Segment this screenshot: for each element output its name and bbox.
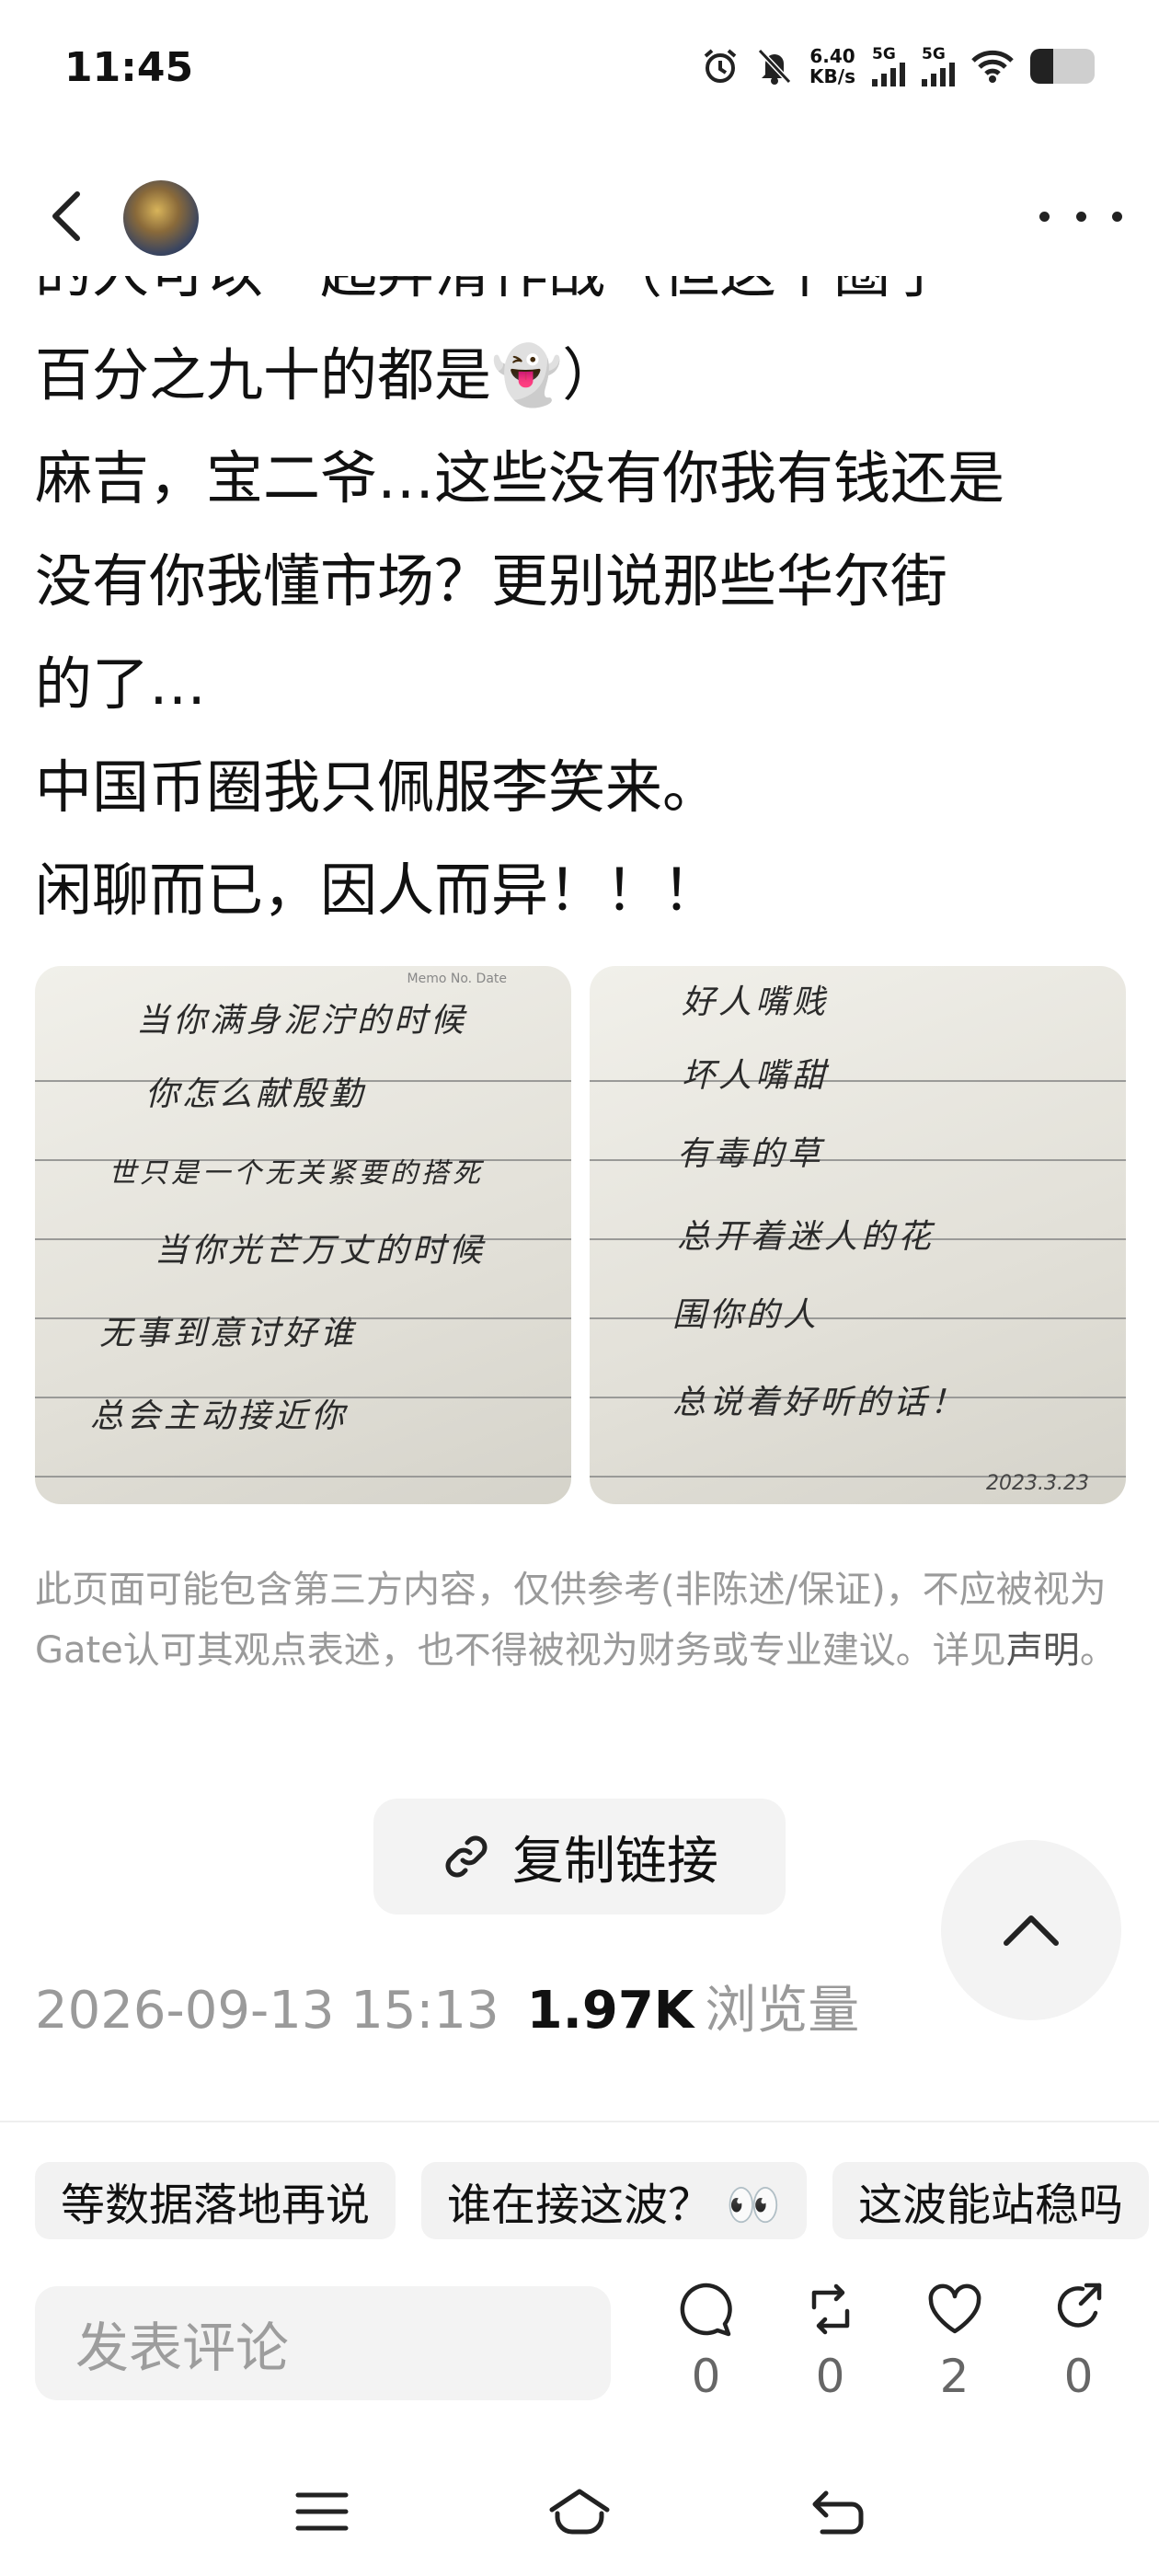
views-count: 1.97K [526,1981,694,2041]
quick-reply-chip[interactable]: 等数据落地再说 [35,2162,396,2239]
handwritten-note-image-right[interactable]: 好人嘴贱 坏人嘴甜 有毒的草 总开着迷人的花 围你的人 总说着好听的话！ 202… [590,966,1126,1504]
share-button[interactable]: 0 [1016,2280,1141,2436]
status-time: 11:45 [64,44,194,91]
article-line: 中国币圈我只佩服李笑来。 [35,753,720,821]
chevron-up-icon [1004,1915,1059,1946]
avatar[interactable] [123,180,199,256]
article-line: 闲聊而已，因人而异！！！ [35,857,720,924]
share-count: 0 [1063,2350,1094,2403]
menu-icon [295,2492,349,2531]
comment-button[interactable]: 0 [644,2280,768,2436]
alarm-icon [701,47,740,86]
status-icons: 6.40 KB/s 5G 5G [701,46,1095,86]
more-dot [1112,211,1122,222]
chevron-left-icon [52,191,80,241]
handwritten-note-image-left[interactable]: Memo No. Date 当你满身泥泞的时候 你怎么献殷勤 世只是一个无关紧要… [35,966,571,1504]
battery-icon [1030,49,1095,84]
post-images: Memo No. Date 当你满身泥泞的时候 你怎么献殷勤 世只是一个无关紧要… [35,966,1126,1504]
note-line: 坏人嘴甜 [682,1057,830,1095]
note-line: 无事到意讨好谁 [99,1315,358,1352]
status-bar: 11:45 6.40 KB/s 5G 5G [0,0,1159,147]
more-button[interactable] [1039,193,1122,239]
signal-1-label: 5G [872,45,896,63]
back-nav-button[interactable] [782,2466,892,2558]
note-line: 总开着迷人的花 [677,1218,935,1256]
back-button[interactable] [48,184,103,248]
header [0,166,1159,271]
note-line: 围你的人 [672,1296,820,1334]
note-line: 好人嘴贱 [682,983,830,1021]
quick-reply-chip[interactable]: 这波能站稳吗 [832,2162,1150,2239]
post-meta: 2026-09-13 15:13 1.97K 浏览量 [35,1969,859,2043]
quick-reply-chip[interactable]: 谁在接这波？ 👀 [421,2162,808,2239]
note-signature: 2023.3.23 [986,1472,1089,1495]
note-line: 有毒的草 [677,1135,825,1173]
note-line: 你怎么献殷勤 [145,1075,367,1113]
note-line: 总会主动接近你 [90,1397,349,1435]
more-dots-icon [1039,211,1050,222]
memo-header: Memo No. Date [407,972,508,986]
signal-bars-icon [872,63,905,86]
share-icon [1057,2283,1101,2328]
link-icon [445,1835,488,1878]
article-line: 麻吉，宝二爷…这些没有你我有钱还是 [35,444,1005,512]
like-button[interactable]: 2 [892,2280,1016,2436]
action-bar: 0 0 2 0 [644,2280,1141,2436]
repost-count: 0 [815,2350,845,2403]
note-line: 当你满身泥泞的时候 [136,1002,468,1040]
comment-input[interactable]: 发表评论 [35,2286,611,2400]
note-line: 当你光芒万丈的时候 [155,1232,487,1270]
disclaimer-link[interactable]: 声明 [1006,1629,1080,1672]
note-line: 总说着好听的话！ [672,1384,968,1421]
mute-icon [756,47,793,86]
repost-icon [811,2283,849,2335]
note-line: 世只是一个无关紧要的搭死 [109,1157,484,1190]
disclaimer-text: 此页面可能包含第三方内容，仅供参考(非陈述/保证)，不应被视为Gate认可其观点… [35,1569,1107,1672]
article-body: 的人可以一起弄滑作战（但这个圈子 百分之九十的都是👻） 麻吉，宝二爷…这些没有你… [35,276,1130,938]
article-line: 百分之九十的都是👻） [35,341,620,408]
menu-button[interactable] [267,2466,377,2558]
battery-level [1030,49,1053,84]
quick-replies: 等数据落地再说 谁在接这波？ 👀 这波能站稳吗 [35,2162,1150,2239]
network-speed-unit: KB/s [809,65,855,87]
views-label: 浏览量 [705,1981,860,2041]
post-datetime: 2026-09-13 15:13 [35,1981,499,2041]
comment-icon [680,2283,732,2337]
views: 1.97K 浏览量 [527,1969,860,2043]
copy-link-label: 复制链接 [512,1831,718,1892]
home-button[interactable] [524,2466,635,2558]
copy-link-button[interactable]: 复制链接 [373,1799,786,1915]
comment-count: 0 [691,2350,721,2403]
system-nav-bar [0,2466,1159,2576]
article-line: 的了… [35,650,207,718]
heart-icon [928,2283,981,2334]
signal-2: 5G [922,46,955,86]
more-dot [1075,211,1086,222]
home-icon [549,2489,610,2535]
back-arrow-icon [812,2490,864,2535]
signal-1: 5G [872,46,905,86]
disclaimer-end: 。 [1079,1629,1117,1672]
comment-placeholder: 发表评论 [75,2317,290,2379]
disclaimer: 此页面可能包含第三方内容，仅供参考(非陈述/保证)，不应被视为Gate认可其观点… [35,1559,1130,1681]
article-line: 没有你我懂市场？更别说那些华尔街 [35,547,948,615]
wifi-icon [971,50,1014,83]
article-line: 的人可以一起弄滑作战（但这个圈子 [35,276,1130,324]
network-speed: 6.40 KB/s [809,46,855,86]
signal-2-label: 5G [922,45,946,63]
scroll-to-top-button[interactable] [941,1840,1121,2020]
divider [0,2121,1159,2122]
like-count: 2 [939,2350,970,2403]
repost-button[interactable]: 0 [768,2280,892,2436]
signal-bars-icon [922,63,955,86]
network-speed-value: 6.40 [809,45,855,67]
